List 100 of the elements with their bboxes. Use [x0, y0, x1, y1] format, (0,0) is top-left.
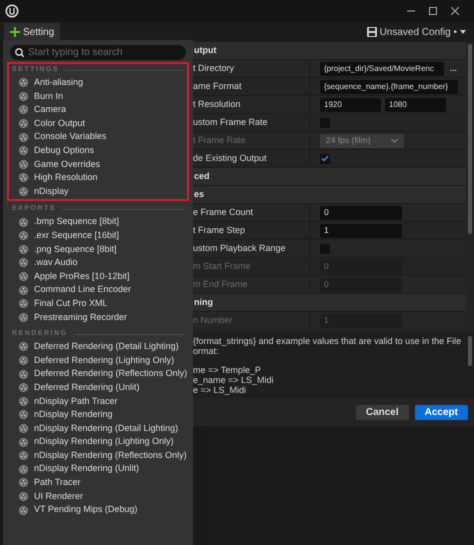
menu-item[interactable]: Command Line Encoder: [9, 283, 187, 297]
maximize-icon[interactable]: [429, 7, 437, 15]
menu-item[interactable]: Debug Options: [9, 144, 187, 158]
group-header[interactable]: ced: [193, 170, 210, 184]
caret-icon: [460, 30, 466, 34]
component-icon: [19, 478, 28, 488]
number-field: 1: [320, 314, 402, 328]
menu-item[interactable]: Prestreaming Recorder: [9, 310, 187, 324]
menu-item[interactable]: Deferred Rendering (Detail Lighting): [9, 340, 187, 354]
save-icon: [366, 27, 377, 37]
component-icon: [19, 272, 28, 282]
component-icon: [19, 492, 28, 501]
component-icon: [19, 187, 28, 196]
scrollbar[interactable]: [468, 336, 472, 366]
property-label: m Start Frame: [193, 260, 251, 273]
description-text: e_name => LS_Midi: [193, 375, 275, 385]
property-label: t Frame Rate: [193, 134, 246, 147]
menu-item[interactable]: nDisplay Rendering: [9, 408, 187, 422]
component-icon: [19, 119, 28, 128]
path-field[interactable]: {project_dir}/Saved/MovieRenc: [320, 62, 444, 76]
group-header[interactable]: ning: [193, 296, 213, 310]
menu-item[interactable]: .exr Sequence [16bit]: [9, 228, 187, 243]
text-field[interactable]: {sequence_name}.{frame_number}: [320, 80, 458, 94]
menu-item[interactable]: Path Tracer: [9, 476, 187, 490]
property-label: n Number: [193, 314, 233, 327]
component-icon: [19, 218, 28, 227]
search-field[interactable]: Start typing to search: [10, 45, 186, 60]
component-icon: [19, 92, 28, 101]
description-text: ormat:: [193, 346, 220, 356]
menu-item[interactable]: High Resolution: [9, 171, 187, 185]
property-label: t Directory: [193, 62, 234, 75]
menu-item[interactable]: Deferred Rendering (Reflections Only): [9, 367, 187, 381]
component-icon: [19, 356, 28, 365]
browse-button[interactable]: ...: [448, 64, 459, 72]
checkbox[interactable]: [320, 154, 330, 164]
number-field: 0: [320, 278, 402, 292]
menu-item[interactable]: Console Variables: [9, 130, 187, 144]
menu-item[interactable]: VT Pending Mips (Debug): [9, 503, 187, 517]
number-field[interactable]: 1080: [385, 98, 446, 112]
number-field[interactable]: 0: [320, 206, 402, 220]
menu-item[interactable]: Color Output: [9, 116, 187, 130]
menu-item[interactable]: nDisplay Rendering (Detail Lighting): [9, 422, 187, 436]
number-field[interactable]: 1: [320, 224, 402, 238]
component-icon: [19, 173, 28, 182]
property-label: t Resolution: [193, 98, 241, 111]
menu-item[interactable]: Camera: [9, 103, 187, 117]
property-label: ustom Frame Rate: [193, 116, 268, 129]
component-icon: [19, 451, 28, 460]
config-button[interactable]: Unsaved Config •: [366, 24, 470, 40]
group-header[interactable]: es: [193, 188, 204, 202]
description-text: me => Temple_P: [193, 365, 262, 375]
number-field: 0: [320, 260, 402, 274]
component-icon: [19, 506, 28, 515]
component-icon: [19, 231, 28, 240]
component-icon: [19, 370, 28, 379]
component-icon: [19, 312, 28, 322]
group-header[interactable]: utput: [193, 44, 216, 58]
add-setting-button[interactable]: Setting: [4, 23, 60, 41]
description-text: e => LS_Midi: [193, 385, 248, 395]
component-icon: [19, 438, 28, 447]
component-icon: [19, 132, 28, 142]
menu-item[interactable]: Burn In: [9, 90, 187, 104]
component-icon: [19, 105, 28, 114]
description-text: {format_strings} and example values that are valid to use in the File: [193, 336, 462, 346]
component-icon: [19, 286, 28, 295]
plus-icon: [10, 27, 20, 37]
menu-item[interactable]: Deferred Rendering (Lighting Only): [9, 354, 187, 368]
property-label: e Frame Count: [193, 206, 254, 219]
menu-item[interactable]: .png Sequence [8bit]: [9, 242, 187, 256]
menu-item[interactable]: nDisplay Rendering (Reflections Only): [9, 448, 187, 462]
component-icon: [19, 160, 28, 169]
component-icon: [19, 410, 28, 420]
menu-item[interactable]: Game Overrides: [9, 158, 187, 172]
menu-item[interactable]: nDisplay: [9, 184, 187, 198]
component-icon: [19, 299, 28, 308]
property-label: m End Frame: [193, 278, 248, 291]
menu-item[interactable]: Anti-aliasing: [9, 76, 187, 90]
component-icon: [19, 146, 28, 156]
menu-item[interactable]: nDisplay Path Tracer: [9, 394, 187, 408]
menu-item[interactable]: nDisplay Rendering (Unlit): [9, 462, 187, 476]
close-icon[interactable]: [451, 7, 459, 15]
menu-item[interactable]: Deferred Rendering (Unlit): [9, 380, 187, 394]
menu-item[interactable]: Final Cut Pro XML: [9, 296, 187, 310]
menu-item[interactable]: nDisplay Rendering (Lighting Only): [9, 435, 187, 449]
menu-item[interactable]: UI Renderer: [9, 490, 187, 504]
menu-item[interactable]: .bmp Sequence [8bit]: [9, 215, 187, 229]
chevron-icon: [391, 138, 398, 142]
component-icon: [19, 78, 28, 88]
menu-item[interactable]: .wav Audio: [9, 256, 187, 270]
dialog-button[interactable]: Accept: [414, 404, 468, 420]
dialog-button[interactable]: Cancel: [356, 404, 409, 420]
property-label: ame Format: [193, 80, 242, 93]
component-icon: [19, 342, 28, 352]
menu-item[interactable]: Apple ProRes [10-12bit]: [9, 270, 187, 284]
property-label: t Frame Step: [193, 224, 246, 237]
scrollbar[interactable]: [468, 44, 472, 234]
number-field[interactable]: 1920: [320, 98, 381, 112]
component-icon: [19, 258, 28, 268]
search-icon: [15, 48, 24, 57]
property-label: ustom Playback Range: [193, 242, 286, 255]
